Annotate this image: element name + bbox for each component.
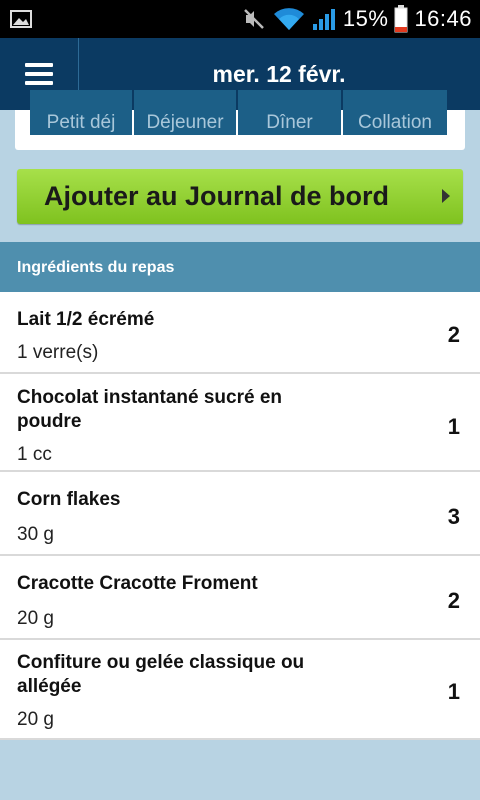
hamburger-icon bbox=[25, 63, 53, 85]
clock: 16:46 bbox=[414, 6, 472, 31]
ingredient-quantity: 1 bbox=[447, 414, 460, 439]
ingredient-row[interactable]: Lait 1/2 écrémé 1 verre(s) 2 bbox=[0, 292, 480, 374]
ingredients-section-header: Ingrédients du repas bbox=[0, 242, 480, 292]
ingredient-row[interactable]: Cracotte Cracotte Froment 20 g 2 bbox=[0, 556, 480, 640]
ingredient-quantity: 2 bbox=[447, 588, 460, 613]
ingredient-portion: 20 g bbox=[17, 709, 54, 730]
ingredient-quantity: 2 bbox=[447, 322, 460, 347]
image-icon bbox=[10, 10, 32, 28]
section-title: Ingrédients du repas bbox=[17, 259, 175, 276]
ingredient-quantity: 1 bbox=[447, 679, 460, 704]
ingredient-row[interactable]: Chocolat instantané sucré en poudre 1 cc… bbox=[0, 374, 480, 472]
ingredient-portion: 1 verre(s) bbox=[17, 342, 99, 363]
tab-diner[interactable]: Dîner bbox=[238, 90, 341, 135]
ingredient-list: Lait 1/2 écrémé 1 verre(s) 2 Chocolat in… bbox=[0, 292, 480, 740]
tab-petit-dej[interactable]: Petit déj bbox=[30, 90, 132, 135]
ingredient-row[interactable]: Corn flakes 30 g 3 bbox=[0, 472, 480, 556]
meal-tabs-panel: Petit déj Déjeuner Dîner Collation bbox=[15, 90, 465, 150]
ingredient-quantity: 3 bbox=[447, 504, 460, 529]
tab-dejeuner[interactable]: Déjeuner bbox=[134, 90, 236, 135]
ingredient-name: Cracotte Cracotte Froment bbox=[17, 573, 258, 594]
battery-percent: 15% bbox=[342, 6, 389, 31]
add-to-journal-label: Ajouter au Journal de bord bbox=[44, 181, 390, 211]
ingredient-name: Corn flakes bbox=[17, 489, 121, 510]
ingredient-name: Lait 1/2 écrémé bbox=[17, 309, 155, 330]
ingredient-portion: 20 g bbox=[17, 608, 54, 629]
ingredient-portion: 1 cc bbox=[17, 444, 52, 465]
battery-icon bbox=[394, 5, 408, 33]
wifi-icon bbox=[273, 8, 304, 31]
chevron-right-icon bbox=[442, 189, 450, 203]
ingredient-row[interactable]: Confiture ou gelée classique ou allégée … bbox=[0, 640, 480, 740]
add-to-journal-button[interactable]: Ajouter au Journal de bord bbox=[17, 169, 463, 224]
signal-icon bbox=[312, 9, 335, 30]
ingredient-portion: 30 g bbox=[17, 524, 54, 545]
ingredient-name: Chocolat instantané sucré en poudre bbox=[17, 387, 283, 432]
mute-icon bbox=[244, 9, 264, 29]
tab-collation[interactable]: Collation bbox=[343, 90, 447, 135]
ingredient-name: Confiture ou gelée classique ou allégée bbox=[17, 652, 305, 697]
status-bar: 15% 16:46 bbox=[0, 0, 480, 38]
